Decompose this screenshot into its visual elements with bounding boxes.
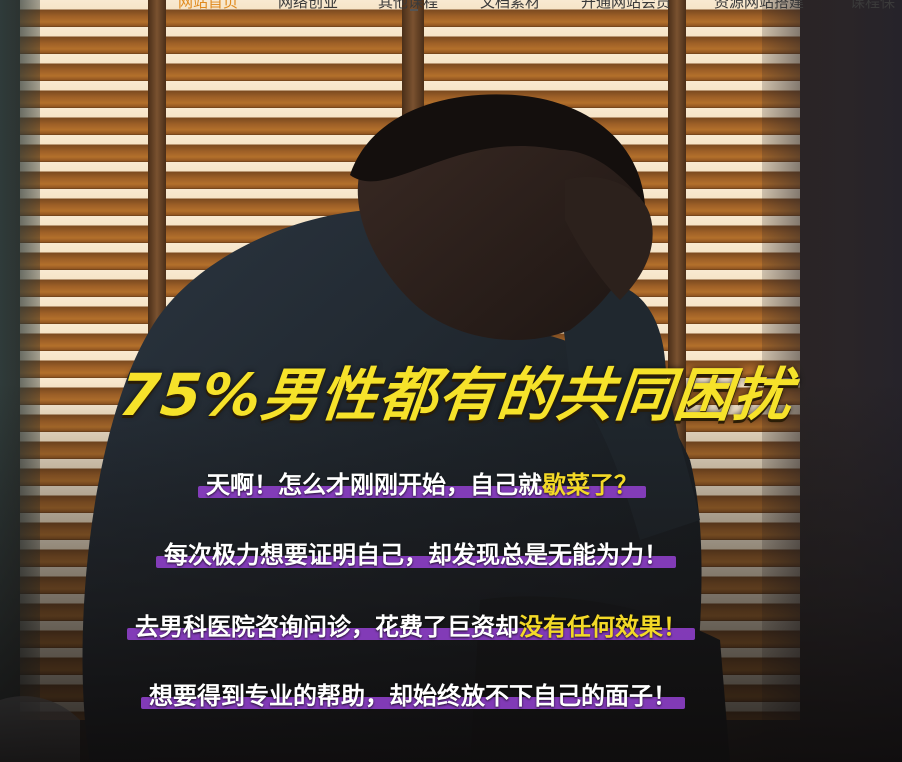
pain-point-text: 天啊！怎么才刚刚开始，自己就 bbox=[206, 471, 542, 499]
pain-point: 想要得到专业的帮助，却始终放不下自己的面子！ bbox=[141, 681, 685, 711]
pain-point-highlight: 没有任何效果！ bbox=[519, 613, 687, 641]
pain-point-text: 每次极力想要证明自己，却发现总是无能为力！ bbox=[164, 541, 668, 569]
pain-point: 天啊！怎么才刚刚开始，自己就歇菜了？ bbox=[198, 470, 646, 500]
pain-points-list: 天啊！怎么才刚刚开始，自己就歇菜了？ 每次极力想要证明自己，却发现总是无能为力！… bbox=[0, 0, 902, 762]
pain-point-highlight: 歇菜了？ bbox=[542, 471, 638, 499]
page: 网站首页 网络创业 其他课程 文档素材 开通网站会员 资源网站搭建 课程保 75… bbox=[0, 0, 902, 762]
pain-point: 每次极力想要证明自己，却发现总是无能为力！ bbox=[156, 540, 676, 570]
pain-point-text: 想要得到专业的帮助，却始终放不下自己的面子！ bbox=[149, 682, 677, 710]
pain-point-text: 去男科医院咨询问诊，花费了巨资却 bbox=[135, 613, 519, 641]
pain-point: 去男科医院咨询问诊，花费了巨资却没有任何效果！ bbox=[127, 612, 695, 642]
